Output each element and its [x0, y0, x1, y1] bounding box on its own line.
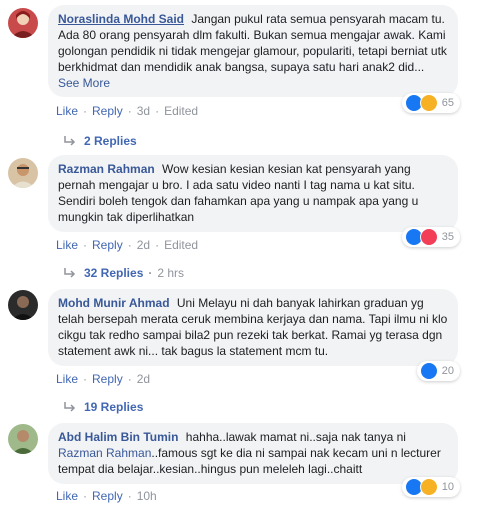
comment-bubble: Abd Halim Bin Tumin hahha..lawak mamat n…: [48, 423, 458, 484]
reactions-summary[interactable]: 65: [401, 93, 460, 113]
comment-time[interactable]: 3d: [137, 104, 150, 118]
avatar[interactable]: [8, 424, 38, 454]
edited-label[interactable]: Edited: [164, 238, 198, 252]
comment-author[interactable]: Abd Halim Bin Tumin: [58, 430, 178, 444]
comment-author[interactable]: Razman Rahman: [58, 162, 155, 176]
comment-time[interactable]: 10h: [137, 489, 157, 503]
view-replies-link[interactable]: 32 Replies · 2 hrs: [64, 266, 184, 280]
reaction-count: 10: [441, 481, 454, 493]
reply-button[interactable]: Reply: [92, 104, 123, 118]
like-button[interactable]: Like: [56, 238, 78, 252]
reply-button[interactable]: Reply: [92, 238, 123, 252]
like-reaction-icon: [419, 362, 438, 380]
reactions-summary[interactable]: 10: [401, 477, 460, 497]
avatar[interactable]: [8, 8, 38, 38]
view-replies-link[interactable]: 2 Replies: [64, 134, 137, 148]
love-reaction-icon: [419, 228, 438, 246]
reply-button[interactable]: Reply: [92, 372, 123, 386]
reaction-count: 20: [441, 365, 454, 377]
comment-time[interactable]: 2d: [137, 238, 150, 252]
comment-bubble: Razman Rahman Wow kesian kesian kesian k…: [48, 155, 458, 232]
see-more-link[interactable]: See More: [58, 76, 110, 90]
comment-author[interactable]: Noraslinda Mohd Said: [58, 12, 184, 26]
replies-time: 2 hrs: [157, 266, 185, 280]
reply-arrow-icon: [64, 136, 76, 146]
avatar[interactable]: [8, 290, 38, 320]
reaction-count: 35: [441, 231, 454, 243]
reaction-count: 65: [441, 97, 454, 109]
like-button[interactable]: Like: [56, 372, 78, 386]
reactions-summary[interactable]: 35: [401, 227, 460, 247]
comment-actions: Like · Reply · 10h: [56, 489, 157, 503]
like-button[interactable]: Like: [56, 104, 78, 118]
comment-bubble: Noraslinda Mohd Said Jangan pukul rata s…: [48, 5, 458, 97]
edited-label[interactable]: Edited: [164, 104, 198, 118]
comment-bubble: Mohd Munir Ahmad Uni Melayu ni dah banya…: [48, 289, 458, 366]
avatar[interactable]: [8, 158, 38, 188]
comment-actions: Like · Reply · 3d · Edited: [56, 104, 199, 118]
comment-actions: Like · Reply · 2d: [56, 372, 151, 386]
like-button[interactable]: Like: [56, 489, 78, 503]
comment-author[interactable]: Mohd Munir Ahmad: [58, 296, 170, 310]
reply-arrow-icon: [64, 268, 76, 278]
view-replies-link[interactable]: 19 Replies: [64, 400, 143, 414]
comment-actions: Like · Reply · 2d · Edited: [56, 238, 199, 252]
mention-link[interactable]: Razman Rahman: [58, 446, 151, 460]
comment-time[interactable]: 2d: [137, 372, 150, 386]
reply-button[interactable]: Reply: [92, 489, 123, 503]
comment-text: hahha..lawak mamat ni..saja nak tanya ni: [185, 430, 406, 444]
reply-arrow-icon: [64, 402, 76, 412]
haha-reaction-icon: [419, 94, 438, 112]
haha-reaction-icon: [419, 478, 438, 496]
reactions-summary[interactable]: 20: [416, 361, 460, 381]
